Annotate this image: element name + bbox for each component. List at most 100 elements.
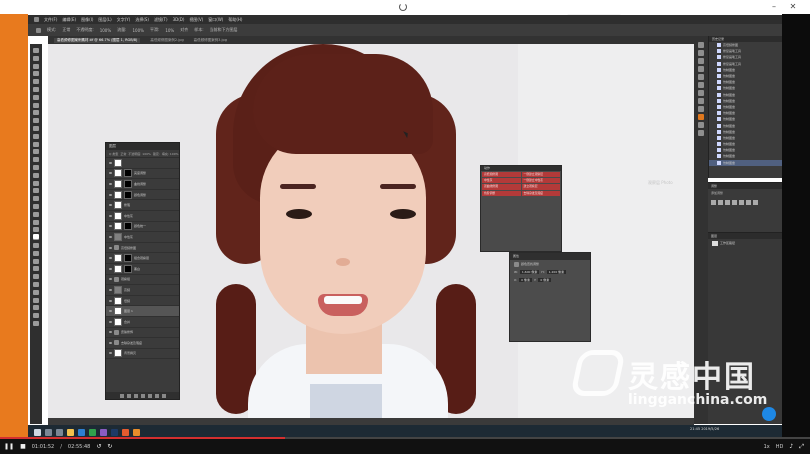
layer-row[interactable]: 组合观察层 xyxy=(106,253,179,264)
tool-preset-icon[interactable] xyxy=(36,27,41,33)
layer-row[interactable]: 皮肤修饰 xyxy=(106,328,179,339)
menu-item[interactable]: 帮助(H) xyxy=(228,17,242,23)
pause-icon[interactable]: ❚❚ xyxy=(4,443,14,450)
explorer-icon[interactable] xyxy=(67,428,74,436)
option-item[interactable]: 100% xyxy=(100,28,111,33)
layer-row[interactable] xyxy=(106,158,179,169)
tool-icon[interactable] xyxy=(33,165,39,170)
layer-row[interactable]: 颜色统一 xyxy=(106,222,179,233)
tool-icon[interactable] xyxy=(33,180,39,186)
tool-icon[interactable] xyxy=(33,274,39,280)
color-balance-icon[interactable] xyxy=(753,200,758,205)
visibility-icon[interactable] xyxy=(109,288,112,291)
layer-row[interactable]: 中性灰 xyxy=(106,211,179,222)
visibility-icon[interactable] xyxy=(109,352,112,355)
exposure-icon[interactable] xyxy=(732,200,737,205)
menu-item[interactable]: 图像(I) xyxy=(81,17,93,23)
menu-item[interactable]: 文件(F) xyxy=(44,17,57,23)
tool-icon[interactable] xyxy=(33,258,39,264)
close-icon[interactable]: ✕ xyxy=(786,2,800,12)
layers-control[interactable]: 不透明度: 100% xyxy=(128,152,151,156)
foreground-color-icon[interactable] xyxy=(33,234,39,239)
action-button[interactable]: 建立观察层 xyxy=(521,184,560,190)
layer-row[interactable]: 背景拷贝 xyxy=(106,349,179,360)
menu-item[interactable]: 图层(L) xyxy=(98,17,111,23)
panel-toggle-icon[interactable] xyxy=(698,130,704,136)
hue-icon[interactable] xyxy=(746,200,751,205)
option-item[interactable]: 平滑: xyxy=(150,27,159,33)
menu-item[interactable]: 编辑(E) xyxy=(62,17,76,23)
prop-value[interactable]: 1,200 像素 xyxy=(546,270,567,274)
tool-icon[interactable] xyxy=(33,250,39,256)
browser-icon[interactable] xyxy=(133,428,140,436)
panel-toggle-icon[interactable] xyxy=(698,98,704,104)
layer-row[interactable]: 观察组 xyxy=(106,275,179,286)
tool-icon[interactable] xyxy=(33,157,39,163)
action-button[interactable]: 双曲线修图 xyxy=(482,184,521,190)
visibility-icon[interactable] xyxy=(109,246,112,249)
path-item[interactable]: 工作区路径 xyxy=(708,239,782,247)
document-tab[interactable]: 高低频修图案例3.jpg xyxy=(194,38,227,43)
option-item[interactable]: 流量: xyxy=(117,27,126,33)
tool-icon[interactable] xyxy=(33,133,39,139)
prop-value[interactable]: 1,600 像素 xyxy=(519,270,540,274)
fx-icon[interactable] xyxy=(127,393,131,398)
menu-item[interactable]: 滤镜(T) xyxy=(154,17,168,23)
tool-icon[interactable] xyxy=(33,219,39,225)
hd-button[interactable]: HD xyxy=(776,444,784,450)
panel-toggle-icon[interactable] xyxy=(698,74,704,80)
tool-icon[interactable] xyxy=(33,141,39,147)
visibility-icon[interactable] xyxy=(109,225,112,228)
link-icon[interactable] xyxy=(120,393,124,398)
visibility-icon[interactable] xyxy=(109,299,112,302)
panel-toggle-icon[interactable] xyxy=(698,66,704,72)
panel-toggle-icon[interactable] xyxy=(698,50,704,56)
tool-icon[interactable] xyxy=(33,118,39,124)
trash-icon[interactable] xyxy=(162,393,166,398)
tool-icon[interactable] xyxy=(33,79,39,85)
menu-item[interactable]: 文字(Y) xyxy=(117,17,131,23)
panel-toggle-icon[interactable] xyxy=(698,58,704,64)
forward-icon[interactable]: ↻ xyxy=(107,443,112,450)
layer-row[interactable]: 图层 1 xyxy=(106,306,179,317)
option-item[interactable]: 当前和下方图层 xyxy=(210,27,238,33)
menu-item[interactable]: 3D(D) xyxy=(173,17,185,22)
visibility-icon[interactable] xyxy=(109,331,112,334)
action-button[interactable]: 高低频修图 xyxy=(482,172,521,178)
tool-icon[interactable] xyxy=(33,204,39,209)
panel-toggle-icon[interactable] xyxy=(698,106,704,112)
tool-icon[interactable] xyxy=(33,55,39,61)
visibility-icon[interactable] xyxy=(109,278,112,281)
history-item[interactable]: 仿制图章 xyxy=(709,159,782,166)
tool-icon[interactable] xyxy=(33,149,39,155)
option-item[interactable]: 模式: xyxy=(47,27,56,33)
visibility-icon[interactable] xyxy=(109,257,112,260)
tool-icon[interactable] xyxy=(33,63,39,69)
document-tab[interactable]: 高低频修图案例2.jpg xyxy=(150,38,183,43)
panel-toggle-icon[interactable] xyxy=(698,122,704,128)
action-button[interactable]: 色阶调整 xyxy=(482,190,521,196)
speed-button[interactable]: 1x xyxy=(764,444,770,450)
menu-item[interactable]: 选择(S) xyxy=(135,17,149,23)
layers-control[interactable]: 正常 xyxy=(120,152,126,156)
prop-value[interactable]: 0 像素 xyxy=(538,278,552,282)
action-button[interactable]: 中性灰 xyxy=(482,178,521,184)
option-item[interactable]: 不透明度: xyxy=(76,27,93,33)
option-item[interactable]: 样本: xyxy=(194,27,203,33)
new-layer-icon[interactable] xyxy=(155,393,159,398)
folder-icon[interactable] xyxy=(148,393,152,398)
start-icon[interactable] xyxy=(34,428,41,436)
minimize-icon[interactable]: – xyxy=(767,2,781,12)
vibrance-icon[interactable] xyxy=(739,200,744,205)
layer-row[interactable]: 去除杂发及瑕疵 xyxy=(106,338,179,349)
layer-row[interactable]: 低频 xyxy=(106,296,179,307)
rewind-icon[interactable]: ↺ xyxy=(96,443,101,450)
layer-row[interactable]: 亮度调整 xyxy=(106,169,179,180)
layers-control[interactable]: 锁定: xyxy=(153,152,160,156)
action-button[interactable]: 一键建立中性灰 xyxy=(521,178,560,184)
visibility-icon[interactable] xyxy=(109,320,112,323)
panel-toggle-icon[interactable] xyxy=(698,42,704,48)
layer-row[interactable]: 黑白 xyxy=(106,264,179,275)
visibility-icon[interactable] xyxy=(109,172,112,175)
tool-icon[interactable] xyxy=(33,172,39,178)
